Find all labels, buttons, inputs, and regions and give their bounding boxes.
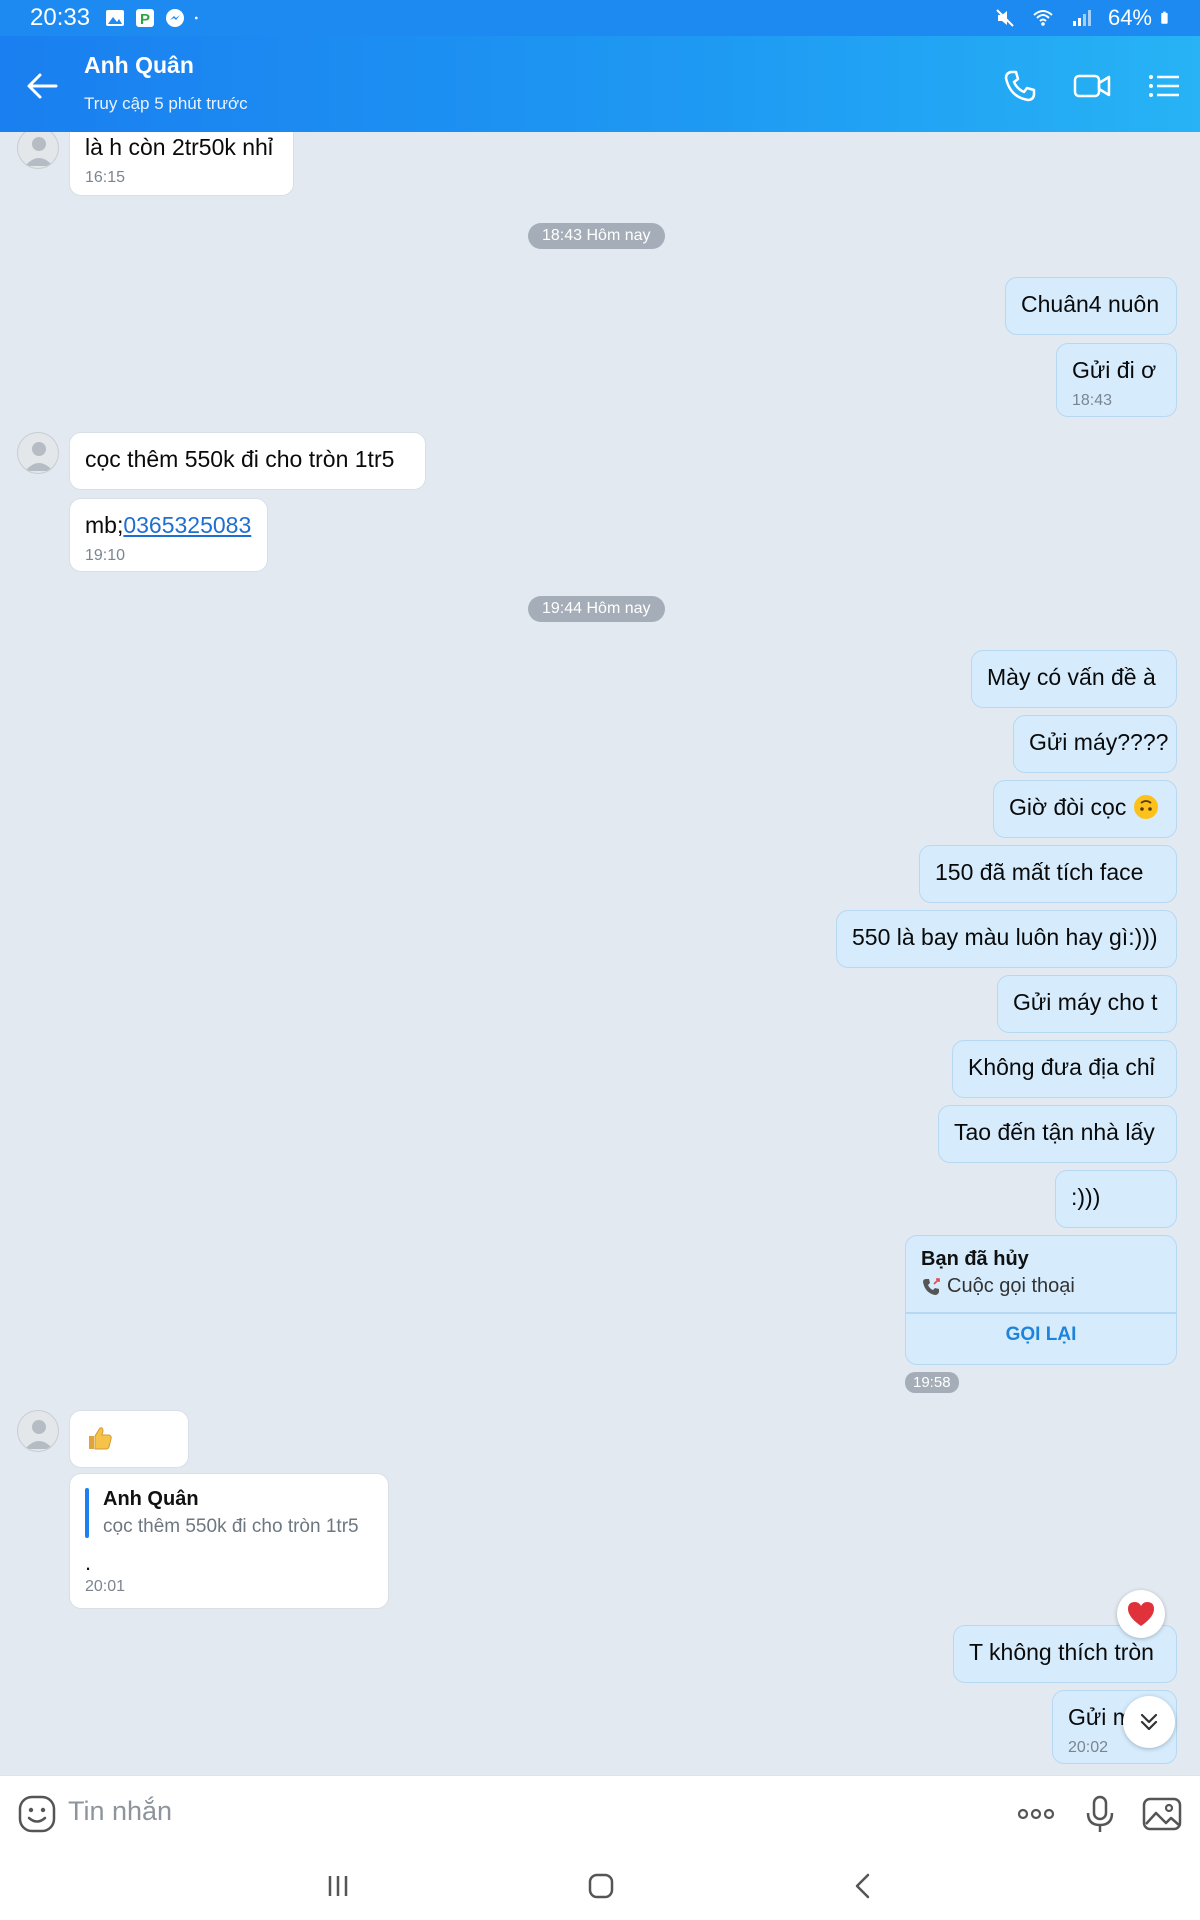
message-bubble-outgoing[interactable]: Tao đến tận nhà lấy: [938, 1105, 1177, 1163]
quoted-text: cọc thêm 550k đi cho tròn 1tr5: [103, 1516, 359, 1537]
call-title: Bạn đã hủy: [921, 1248, 1029, 1270]
gallery-icon: [106, 10, 125, 26]
message-bubble-outgoing[interactable]: Không đưa địa chỉ: [952, 1040, 1177, 1098]
message-text: Gửi máy cho t: [1013, 989, 1158, 1015]
message-bubble-outgoing[interactable]: :))): [1055, 1170, 1177, 1228]
missed-call-card[interactable]: Bạn đã hủy Cuộc gọi thoại GỌI LẠI: [905, 1235, 1177, 1365]
avatar[interactable]: [17, 1410, 59, 1452]
message-bubble-outgoing[interactable]: Gửi máy????: [1013, 715, 1177, 773]
signal-icon: [1072, 10, 1091, 26]
message-time: 19:10: [85, 546, 126, 564]
message-bubble-outgoing[interactable]: Chuân4 nuôn: [1005, 277, 1177, 335]
message-bubble-outgoing[interactable]: Giờ đòi cọc: [993, 780, 1177, 838]
svg-text:P: P: [140, 11, 150, 28]
message-text: 550 là bay màu luôn hay gì:))): [852, 924, 1158, 950]
message-text: Giờ đòi cọc: [1009, 794, 1127, 820]
call-subtitle-row: Cuộc gọi thoại: [921, 1275, 1075, 1298]
message-text: 150 đã mất tích face: [935, 859, 1144, 885]
message-prefix: mb;: [85, 512, 124, 538]
double-chevron-down-icon: [1140, 1713, 1158, 1731]
call-divider: [906, 1312, 1176, 1314]
home-icon[interactable]: [583, 1868, 619, 1904]
phone-icon[interactable]: [1000, 66, 1040, 106]
message-text: Gửi máy????: [1029, 729, 1169, 755]
message-text: Chuân4 nuôn: [1021, 291, 1160, 317]
message-text: Tao đến tận nhà lấy: [954, 1119, 1155, 1145]
status-bar: 20:33 P 64%: [0, 0, 1200, 36]
back-arrow-icon[interactable]: [22, 66, 62, 106]
image-icon[interactable]: [1140, 1792, 1184, 1836]
message-time: 16:15: [85, 168, 126, 186]
reply-message-bubble[interactable]: Anh Quân cọc thêm 550k đi cho tròn 1tr5 …: [69, 1473, 389, 1609]
scroll-to-bottom-button[interactable]: [1123, 1696, 1175, 1748]
date-divider: 19:44 Hôm nay: [528, 596, 665, 622]
dot-icon: [194, 16, 198, 20]
outgoing-call-icon: [923, 1277, 940, 1295]
contact-status: Truy cập 5 phút trước: [84, 94, 248, 113]
system-nav-bar: [0, 1850, 1200, 1920]
app-icon: P: [136, 9, 155, 28]
mute-icon: [996, 9, 1014, 27]
contact-name[interactable]: Anh Quân: [84, 52, 194, 79]
sticker-icon[interactable]: [15, 1792, 59, 1836]
avatar[interactable]: [17, 432, 59, 474]
messenger-icon: [166, 9, 185, 27]
heart-reaction[interactable]: [1117, 1590, 1165, 1638]
battery-level: 64%: [1107, 5, 1152, 30]
message-text: Mày có vấn đề à: [987, 664, 1156, 690]
date-divider: 18:43 Hôm nay: [528, 223, 665, 249]
message-bubble-incoming[interactable]: mb;0365325083 19:10: [69, 498, 268, 572]
message-bubble-outgoing[interactable]: Mày có vấn đề à: [971, 650, 1177, 708]
avatar-icon: [25, 1420, 53, 1449]
chat-header: Anh Quân Truy cập 5 phút trước: [0, 36, 1200, 132]
message-text: Không đưa địa chỉ: [968, 1054, 1155, 1080]
wifi-icon: [1033, 10, 1053, 26]
message-text: .: [85, 1550, 92, 1575]
message-text: T không thích tròn: [969, 1639, 1154, 1665]
message-text: cọc thêm 550k đi cho tròn 1tr5: [85, 446, 395, 472]
message-bubble-incoming[interactable]: cọc thêm 550k đi cho tròn 1tr5: [69, 432, 426, 490]
message-bubble-outgoing[interactable]: 150 đã mất tích face: [919, 845, 1177, 903]
message-bubble-outgoing[interactable]: 550 là bay màu luôn hay gì:))): [836, 910, 1177, 968]
mic-icon[interactable]: [1078, 1792, 1122, 1836]
status-time: 20:33: [30, 4, 91, 31]
call-subtitle: Cuộc gọi thoại: [947, 1275, 1075, 1297]
message-input[interactable]: Tin nhắn: [68, 1796, 172, 1827]
thumbs-up-icon: [89, 1427, 112, 1450]
more-icon[interactable]: [1014, 1792, 1058, 1836]
call-back-button[interactable]: GỌI LẠI: [906, 1324, 1176, 1346]
status-right: 64%: [994, 5, 1182, 31]
message-bubble-outgoing[interactable]: Gửi máy cho t: [997, 975, 1177, 1033]
call-time: 19:58: [905, 1372, 959, 1393]
back-icon[interactable]: [846, 1868, 882, 1904]
avatar-icon: [25, 137, 53, 166]
heart-icon: [1128, 1602, 1154, 1626]
quote-bar: [85, 1488, 89, 1538]
message-input-bar: Tin nhắn: [0, 1775, 1200, 1850]
recent-apps-icon[interactable]: [320, 1868, 356, 1904]
upside-down-face-emoji-icon: [1133, 795, 1158, 819]
video-icon[interactable]: [1072, 66, 1112, 106]
quoted-sender: Anh Quân: [103, 1488, 199, 1510]
message-bubble-incoming[interactable]: [69, 1410, 189, 1468]
chat-screen: 20:33 P 64% Anh Quân Truy cập 5 phút trư…: [0, 0, 1200, 1920]
avatar-icon: [25, 442, 53, 471]
message-time: 20:01: [85, 1578, 126, 1595]
message-text: Gửi đi ơ: [1072, 357, 1157, 383]
message-bubble-incoming[interactable]: là h còn 2tr50k nhỉ 16:15: [69, 132, 294, 196]
message-list[interactable]: là h còn 2tr50k nhỉ 16:15 18:43 Hôm nay …: [0, 132, 1200, 1775]
message-time: 18:43: [1072, 391, 1113, 409]
phone-number-link[interactable]: 0365325083: [123, 512, 251, 538]
message-text: :))): [1071, 1184, 1101, 1210]
menu-list-icon[interactable]: [1144, 66, 1184, 106]
message-bubble-outgoing[interactable]: Gửi đi ơ 18:43: [1056, 343, 1177, 417]
battery-icon: [1161, 11, 1168, 24]
avatar[interactable]: [17, 132, 59, 169]
message-text: là h còn 2tr50k nhỉ: [85, 134, 273, 160]
